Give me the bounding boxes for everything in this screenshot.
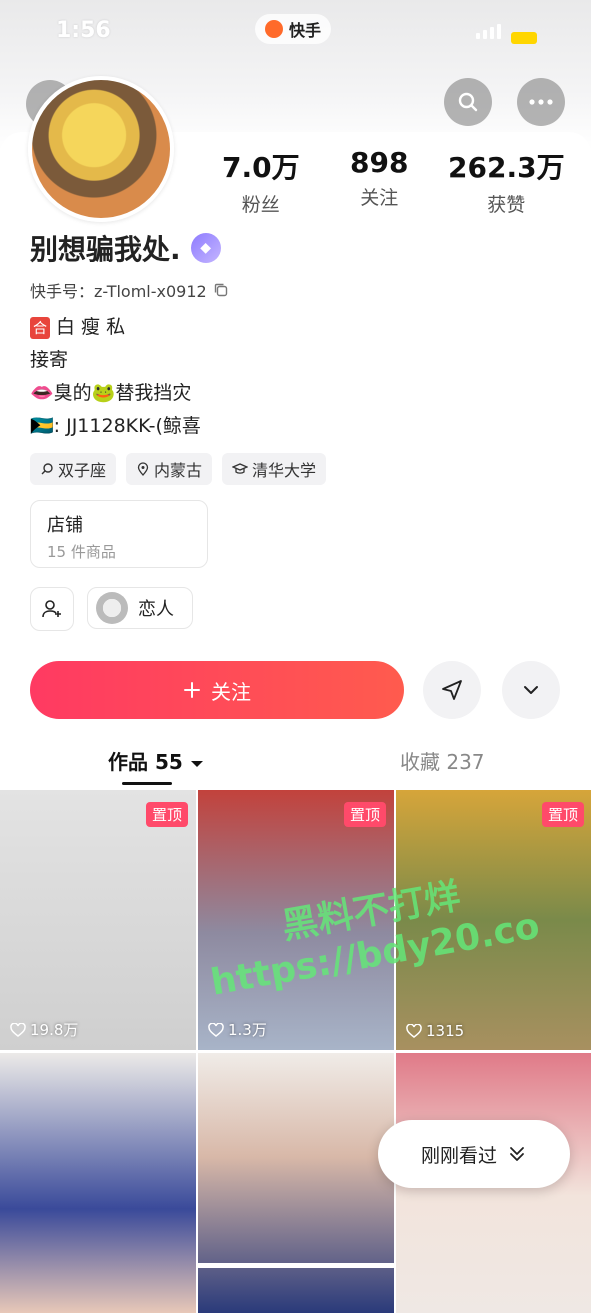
stat-label: 粉丝 xyxy=(241,194,280,216)
heart-icon xyxy=(208,1022,224,1037)
add-user-icon xyxy=(42,600,61,618)
shop-card[interactable]: 店铺 15 件商品 xyxy=(30,500,208,568)
signal-icon xyxy=(476,24,501,39)
thumbnail-image xyxy=(0,1053,196,1313)
bio-line: 👄臭的🐸替我挡灾 xyxy=(30,382,192,404)
relation-button[interactable]: 恋人 xyxy=(87,587,193,629)
video-thumbnail[interactable] xyxy=(0,1053,196,1313)
bio-text: 白 瘦 私 xyxy=(56,316,126,338)
tag-label: 内蒙古 xyxy=(154,461,203,480)
graduation-cap-icon xyxy=(232,463,249,474)
like-count: 19.8万 xyxy=(10,1019,78,1040)
zodiac-icon xyxy=(41,463,53,475)
more-button[interactable] xyxy=(517,78,565,126)
pinned-badge: 置顶 xyxy=(343,802,386,827)
stat-fans[interactable]: 7.0万 粉丝 xyxy=(222,146,300,217)
stat-label: 关注 xyxy=(360,187,399,209)
follow-button[interactable]: 关注 xyxy=(30,661,404,719)
bio-line: 接寄 xyxy=(30,349,69,371)
tag-zodiac[interactable]: 双子座 xyxy=(30,453,117,485)
chevron-down-icon xyxy=(524,686,538,694)
home-indicator xyxy=(196,1263,396,1268)
like-count-text: 1315 xyxy=(426,1022,465,1040)
expand-button[interactable] xyxy=(502,661,560,719)
profile-name: 别想骗我处. xyxy=(30,233,181,266)
verified-badge-icon[interactable]: ◆ xyxy=(190,233,221,263)
kuaishou-id: 快手号：z-Tloml-x0912 xyxy=(30,278,229,302)
send-icon xyxy=(442,680,462,700)
bio-line: 🇧🇸: JJ1128KK-(鲸喜 xyxy=(30,415,201,437)
tab-works-label: 作品 55 xyxy=(108,750,183,774)
location-pin-icon xyxy=(137,462,149,476)
tag-label: 双子座 xyxy=(58,461,107,480)
copy-icon[interactable] xyxy=(213,282,229,298)
app-name: 快手 xyxy=(289,21,322,40)
thumbnail-image xyxy=(198,1053,394,1313)
more-dots-icon xyxy=(529,99,553,105)
video-thumbnail[interactable]: 置顶 19.8万 xyxy=(0,790,196,1050)
kuaishou-logo-icon xyxy=(265,20,283,38)
tab-favorites[interactable]: 收藏 237 xyxy=(400,746,485,775)
heart-icon xyxy=(406,1024,422,1038)
status-time: 1:56 xyxy=(56,18,111,43)
heart-icon xyxy=(10,1022,26,1037)
stat-value: 262.3万 xyxy=(448,151,565,184)
kuaishou-id-text: 快手号：z-Tloml-x0912 xyxy=(30,282,207,301)
search-button[interactable] xyxy=(444,78,492,126)
status-bar: 1:56 快手 xyxy=(0,10,591,46)
profile-tags: 双子座 内蒙古 清华大学 xyxy=(30,453,327,485)
tag-location[interactable]: 内蒙古 xyxy=(126,453,213,485)
recently-viewed-button[interactable]: 刚刚看过 xyxy=(378,1120,570,1188)
tag-label: 清华大学 xyxy=(252,461,317,480)
pinned-badge: 置顶 xyxy=(145,802,188,827)
relation-avatar xyxy=(96,592,128,624)
tab-works[interactable]: 作品 55 xyxy=(108,746,204,775)
video-thumbnail[interactable] xyxy=(198,1053,394,1313)
caret-down-icon xyxy=(190,761,203,767)
like-count-text: 19.8万 xyxy=(30,1021,79,1039)
stat-likes[interactable]: 262.3万 获赞 xyxy=(448,146,565,217)
bio-tag: 合 xyxy=(30,317,50,339)
stat-label: 获赞 xyxy=(487,194,526,216)
avatar[interactable] xyxy=(28,76,174,222)
add-friend-button[interactable] xyxy=(30,587,74,631)
relation-label: 恋人 xyxy=(138,599,174,620)
pinned-badge: 置顶 xyxy=(541,802,584,827)
stat-value: 898 xyxy=(350,146,409,179)
tab-indicator xyxy=(122,782,172,785)
like-count: 1315 xyxy=(406,1022,464,1040)
shop-title: 店铺 xyxy=(47,515,83,536)
bio-line: 合白 瘦 私 xyxy=(30,312,125,339)
follow-label: 关注 xyxy=(211,679,251,704)
plus-icon xyxy=(184,682,200,698)
battery-icon xyxy=(511,32,537,44)
shop-subtitle: 15 件商品 xyxy=(47,543,116,561)
stat-value: 7.0万 xyxy=(222,151,300,184)
app-brand-pill: 快手 xyxy=(255,14,332,44)
search-icon xyxy=(458,92,478,112)
thumbnail-image xyxy=(0,790,196,1050)
like-count-text: 1.3万 xyxy=(228,1021,267,1039)
recently-viewed-label: 刚刚看过 xyxy=(420,1144,497,1167)
message-button[interactable] xyxy=(423,661,481,719)
tag-school[interactable]: 清华大学 xyxy=(222,453,327,485)
profile-name-row: 别想骗我处. ◆ xyxy=(30,228,221,268)
double-chevron-down-icon xyxy=(510,1147,524,1161)
like-count: 1.3万 xyxy=(208,1019,267,1040)
stat-following[interactable]: 898 关注 xyxy=(350,146,408,210)
